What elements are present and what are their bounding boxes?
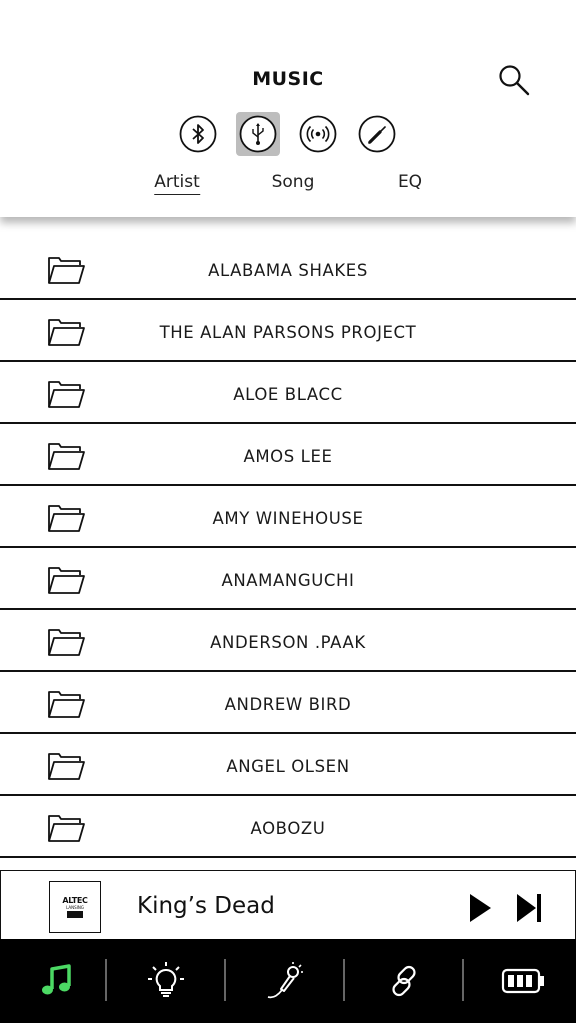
link-icon [391, 965, 416, 997]
album-art[interactable]: ALTEC LANSING [49, 881, 101, 933]
nav-karaoke[interactable] [227, 939, 342, 1023]
source-bluetooth-button[interactable] [176, 112, 220, 156]
list-item[interactable]: THE ALAN PARSONS PROJECT [0, 300, 576, 362]
list-item[interactable]: AMY WINEHOUSE [0, 486, 576, 548]
artist-list[interactable]: ALABAMA SHAKES THE ALAN PARSONS PROJECT … [0, 238, 576, 870]
list-item[interactable]: ALABAMA SHAKES [0, 238, 576, 300]
bluetooth-icon [179, 115, 217, 153]
nav-music[interactable] [0, 939, 115, 1023]
nav-divider [343, 959, 345, 1001]
artist-name: ANDREW BIRD [224, 695, 352, 714]
tab-song[interactable]: Song [272, 172, 315, 192]
list-item-partial[interactable] [0, 858, 576, 870]
nav-divider [462, 959, 464, 1001]
music-note-icon [41, 964, 71, 995]
header: MUSIC Artist Song EQ [0, 0, 576, 217]
radio-broadcast-icon [299, 115, 337, 153]
list-item[interactable]: AOBOZU [0, 796, 576, 858]
track-title: King’s Dead [137, 893, 275, 919]
nav-link[interactable] [346, 939, 461, 1023]
source-selector [0, 112, 576, 156]
artist-name: ANAMANGUCHI [221, 571, 355, 590]
nav-lights[interactable] [108, 939, 223, 1023]
light-bulb-icon [147, 962, 184, 997]
artist-name: AMOS LEE [243, 447, 333, 466]
microphone-icon [267, 962, 303, 999]
artist-name: AOBOZU [250, 819, 326, 838]
tab-artist[interactable]: Artist [154, 172, 200, 195]
list-item[interactable]: ANDREW BIRD [0, 672, 576, 734]
source-aux-button[interactable] [355, 112, 399, 156]
list-item[interactable]: AMOS LEE [0, 424, 576, 486]
play-icon[interactable] [467, 893, 493, 923]
nav-divider [224, 959, 226, 1001]
source-radio-button[interactable] [296, 112, 340, 156]
nav-divider [105, 959, 107, 1001]
artist-name: ALABAMA SHAKES [208, 261, 368, 280]
search-icon[interactable] [497, 63, 531, 97]
list-item[interactable]: ALOE BLACC [0, 362, 576, 424]
list-item[interactable]: ANAMANGUCHI [0, 548, 576, 610]
nav-battery[interactable] [465, 939, 576, 1023]
battery-icon [501, 968, 544, 994]
list-item[interactable]: ANGEL OLSEN [0, 734, 576, 796]
source-usb-button[interactable] [236, 112, 280, 156]
artist-name: ANDERSON .PAAK [210, 633, 366, 652]
list-item[interactable]: ANDERSON .PAAK [0, 610, 576, 672]
artist-name: ALOE BLACC [233, 385, 343, 404]
usb-icon [239, 115, 277, 153]
artist-name: ANGEL OLSEN [226, 757, 350, 776]
now-playing-bar[interactable]: ALTEC LANSING King’s Dead [0, 870, 576, 940]
aux-cable-icon [358, 115, 396, 153]
tab-eq[interactable]: EQ [398, 172, 422, 192]
album-logo-mark [67, 910, 83, 918]
tab-bar: Artist Song EQ [0, 172, 576, 202]
album-logo-sub: LANSING [66, 904, 84, 910]
page-title: MUSIC [252, 68, 324, 90]
artist-name: AMY WINEHOUSE [212, 509, 364, 528]
skip-next-icon[interactable] [515, 893, 543, 923]
bottom-nav [0, 939, 576, 1023]
artist-name: THE ALAN PARSONS PROJECT [159, 323, 417, 342]
album-logo: ALTEC [62, 895, 88, 905]
